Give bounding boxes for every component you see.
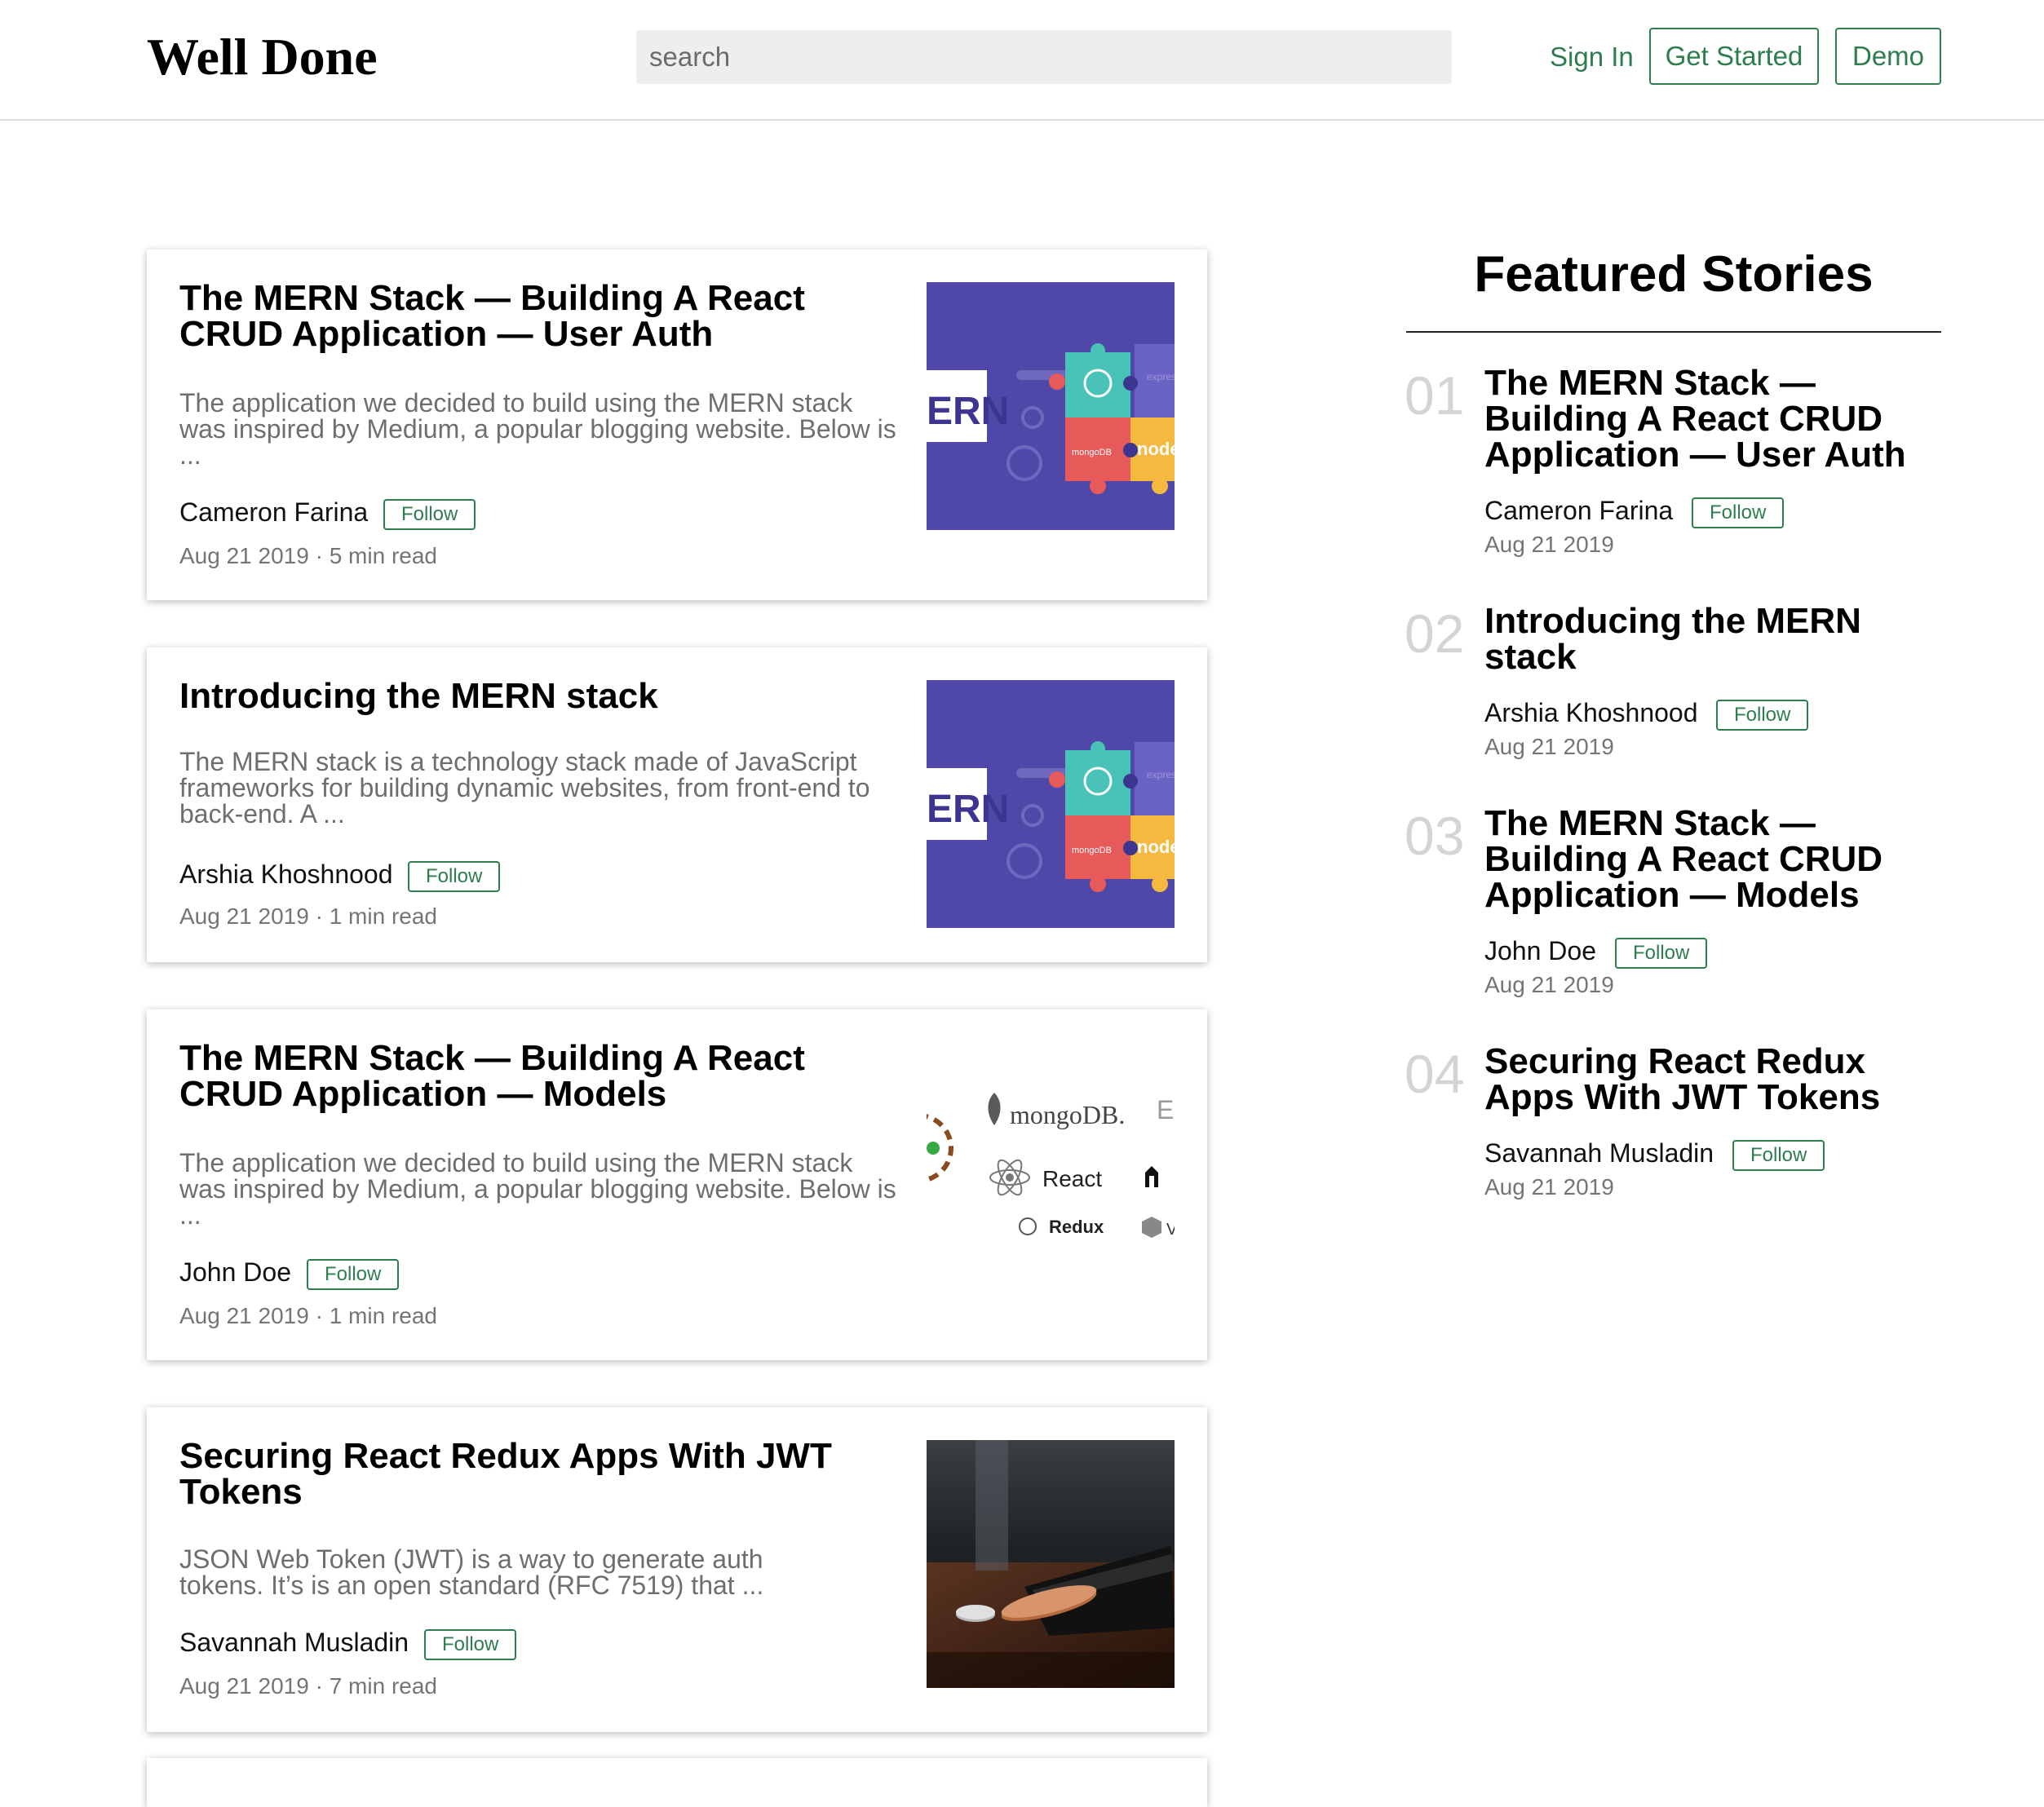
article-title[interactable]: Securing React Redux Apps With JWT Token… xyxy=(179,1438,865,1510)
article-author[interactable]: Arshia Khoshnood xyxy=(179,859,393,889)
follow-button[interactable]: Follow xyxy=(408,861,501,892)
featured-date: Aug 21 2019 xyxy=(1484,1174,1614,1200)
featured-number: 02 xyxy=(1405,603,1465,664)
follow-button[interactable]: Follow xyxy=(1716,700,1809,731)
svg-text:mongoDB: mongoDB xyxy=(1072,448,1112,457)
featured-number: 01 xyxy=(1405,365,1465,426)
featured-author[interactable]: Cameron Farina xyxy=(1484,496,1673,525)
article-meta: Aug 21 2019 · 1 min read xyxy=(179,1303,437,1328)
svg-text:express: express xyxy=(1147,769,1175,780)
featured-author[interactable]: Savannah Musladin xyxy=(1484,1138,1714,1168)
featured-title[interactable]: Introducing the MERN stack xyxy=(1484,603,1941,675)
featured-stories-heading: Featured Stories xyxy=(1474,246,1874,303)
article-thumbnail[interactable]: ERN mongoDB node express xyxy=(927,680,1175,928)
article-card[interactable]: Introducing the MERN stack The MERN stac… xyxy=(147,647,1207,962)
article-meta: Aug 21 2019 · 1 min read xyxy=(179,904,437,929)
article-title[interactable]: The MERN Stack — Building A React CRUD A… xyxy=(179,1040,865,1112)
featured-author[interactable]: John Doe xyxy=(1484,936,1596,965)
article-meta: Aug 21 2019 · 7 min read xyxy=(179,1673,437,1699)
top-navbar: Well Done Sign In Get Started Demo xyxy=(0,0,2044,121)
article-card[interactable]: The MERN Stack — Building A React CRUD A… xyxy=(147,1010,1207,1360)
article-title[interactable]: The MERN Stack — Building A React CRUD A… xyxy=(179,281,865,352)
featured-title[interactable]: The MERN Stack — Building A React CRUD A… xyxy=(1484,806,1941,913)
svg-text:mongoDB: mongoDB xyxy=(1072,846,1112,855)
featured-author[interactable]: Arshia Khoshnood xyxy=(1484,698,1698,727)
follow-button[interactable]: Follow xyxy=(307,1259,400,1290)
article-excerpt: The application we decided to build usin… xyxy=(179,1148,896,1230)
wallet-coins-photo xyxy=(927,1440,1175,1688)
featured-number: 03 xyxy=(1405,806,1465,866)
featured-date: Aug 21 2019 xyxy=(1484,532,1614,557)
sign-in-link[interactable]: Sign In xyxy=(1550,39,1634,75)
mongo-label: mongoDB. xyxy=(1010,1100,1125,1129)
demo-button[interactable]: Demo xyxy=(1835,28,1941,85)
site-logo[interactable]: Well Done xyxy=(147,24,378,90)
article-author[interactable]: Cameron Farina xyxy=(179,497,368,527)
article-meta: Aug 21 2019 · 5 min read xyxy=(179,543,437,568)
follow-button[interactable]: Follow xyxy=(1692,497,1785,528)
svg-text:express: express xyxy=(1147,371,1175,382)
featured-title[interactable]: The MERN Stack — Building A React CRUD A… xyxy=(1484,365,1941,473)
svg-text:ERN: ERN xyxy=(927,390,1009,433)
mern-puzzle-illustration: ERN mongoDB node express xyxy=(927,282,1175,530)
follow-button[interactable]: Follow xyxy=(1615,938,1708,969)
article-excerpt: JSON Web Token (JWT) is a way to generat… xyxy=(179,1544,764,1600)
article-card[interactable] xyxy=(147,1758,1207,1807)
article-excerpt: The MERN stack is a technology stack mad… xyxy=(179,747,870,828)
article-excerpt: The application we decided to build usin… xyxy=(179,388,896,470)
svg-text:node: node xyxy=(1137,439,1175,459)
svg-text:node: node xyxy=(1137,837,1175,857)
mern-puzzle-illustration: ERN mongoDB node express xyxy=(927,680,1175,928)
follow-button[interactable]: Follow xyxy=(383,499,476,530)
tech-logos-image: mongoDB. E React Redux V xyxy=(927,1042,1175,1290)
redux-label: Redux xyxy=(1049,1217,1104,1237)
svg-text:ERN: ERN xyxy=(927,788,1009,831)
article-card[interactable]: Securing React Redux Apps With JWT Token… xyxy=(147,1407,1207,1732)
article-thumbnail[interactable] xyxy=(927,1440,1175,1688)
svg-text:E: E xyxy=(1157,1095,1174,1124)
featured-date: Aug 21 2019 xyxy=(1484,734,1614,759)
article-author[interactable]: John Doe xyxy=(179,1257,291,1287)
svg-text:V: V xyxy=(1166,1221,1175,1239)
follow-button[interactable]: Follow xyxy=(424,1629,517,1660)
follow-button[interactable]: Follow xyxy=(1732,1140,1825,1171)
divider xyxy=(1406,331,1941,333)
search-input[interactable] xyxy=(636,30,1452,84)
article-author[interactable]: Savannah Musladin xyxy=(179,1628,409,1657)
article-thumbnail[interactable]: ERN mongoDB node express xyxy=(927,282,1175,530)
featured-date: Aug 21 2019 xyxy=(1484,972,1614,997)
get-started-button[interactable]: Get Started xyxy=(1649,28,1819,85)
featured-number: 04 xyxy=(1405,1044,1465,1104)
react-label: React xyxy=(1042,1166,1102,1191)
article-title[interactable]: Introducing the MERN stack xyxy=(179,678,865,714)
featured-title[interactable]: Securing React Redux Apps With JWT Token… xyxy=(1484,1044,1941,1116)
article-card[interactable]: The MERN Stack — Building A React CRUD A… xyxy=(147,250,1207,600)
article-thumbnail[interactable]: mongoDB. E React Redux V xyxy=(927,1042,1175,1290)
